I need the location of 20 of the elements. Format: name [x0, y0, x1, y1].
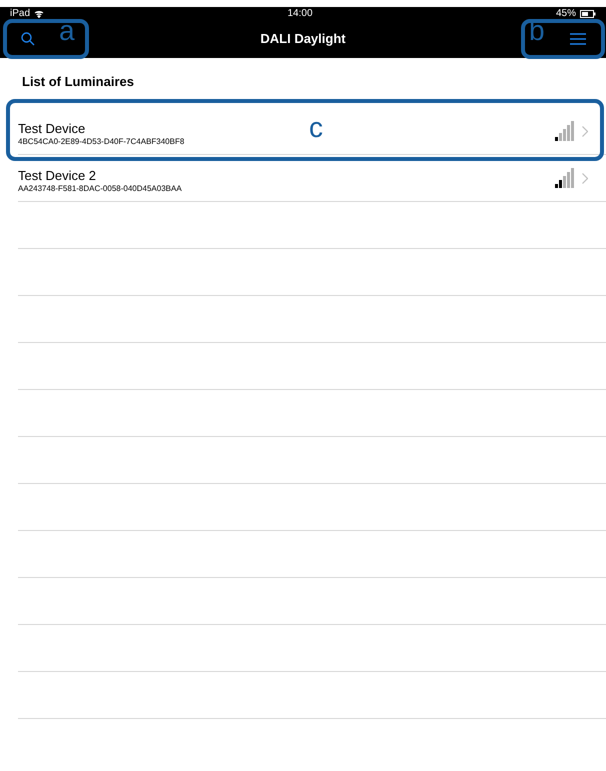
callout-label: a — [59, 14, 75, 48]
menu-icon — [570, 33, 586, 45]
callout-label: c — [309, 111, 323, 145]
menu-button[interactable] — [570, 31, 586, 47]
search-icon — [21, 32, 35, 46]
nav-title: DALI Daylight — [260, 30, 346, 48]
luminaire-name: Test Device 2 — [18, 168, 96, 183]
chevron-icon — [582, 172, 588, 184]
battery-percent: 45% — [556, 7, 576, 21]
battery-icon — [580, 10, 596, 18]
wifi-icon — [34, 10, 44, 18]
device-name: iPad — [10, 7, 30, 21]
clock-time: 14:00 — [287, 7, 313, 21]
luminaire-row[interactable]: Test Device 2 AA243748-F581-8DAC-0058-040D45A03BAA — [18, 155, 606, 202]
luminaire-id: 4BC54CA0-2E89-4D53-D40F-7C4ABF340BF8 — [18, 136, 186, 147]
luminaire-name: Test Device — [18, 121, 86, 136]
section-title: List of Luminaires — [22, 74, 134, 89]
chevron-icon — [582, 126, 588, 136]
search-button[interactable] — [20, 31, 36, 47]
luminaire-id: AA243748-F581-8DAC-0058-040D45A03BAA — [18, 183, 183, 194]
